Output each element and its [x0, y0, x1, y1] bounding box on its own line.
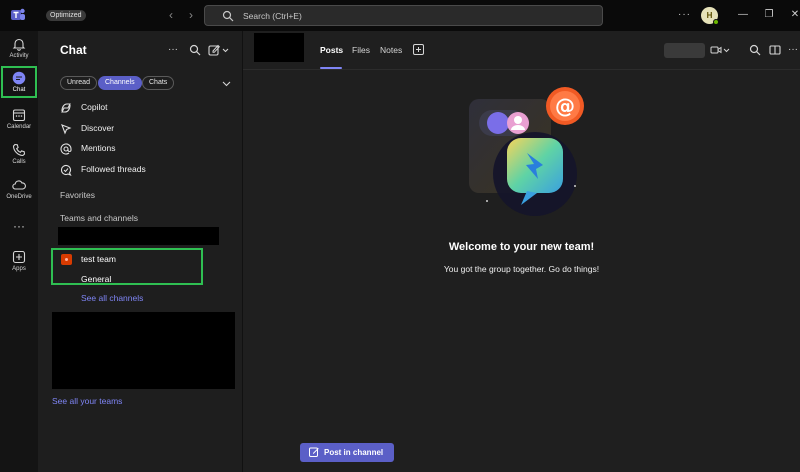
phone-icon: [12, 143, 26, 157]
avatar[interactable]: H: [701, 7, 719, 25]
more-options-icon[interactable]: ···: [788, 44, 800, 56]
search-input[interactable]: Search (Ctrl+E): [204, 5, 603, 26]
filter-channels[interactable]: Channels: [98, 76, 142, 90]
header-divider: [243, 69, 800, 70]
nav-followed-threads-label: Followed threads: [81, 164, 146, 174]
see-all-channels-link[interactable]: See all channels: [81, 293, 143, 303]
back-button[interactable]: ‹: [164, 8, 178, 22]
tab-files[interactable]: Files: [352, 45, 370, 55]
rail-label-apps: Apps: [12, 266, 26, 272]
presence-available-icon: [713, 19, 719, 25]
filter-unread[interactable]: Unread: [60, 76, 97, 90]
calendar-icon: [12, 109, 26, 122]
maximize-button[interactable]: ❐: [763, 9, 775, 21]
redacted-header-control: [664, 43, 705, 58]
rail-label-activity: Activity: [9, 53, 29, 59]
svg-text:@: @: [555, 94, 575, 118]
plus-box-icon: [12, 250, 26, 264]
chat-list-panel: Chat ··· Unread Channels Chats Copilot D…: [38, 31, 243, 472]
more-options-icon[interactable]: ···: [168, 44, 180, 56]
welcome-subtitle: You got the group together. Go do things…: [443, 264, 600, 274]
welcome-illustration: @: [469, 87, 584, 216]
rail-item-onedrive[interactable]: OneDrive: [0, 178, 38, 210]
team-icon: [61, 254, 72, 265]
more-apps-icon[interactable]: ···: [0, 219, 38, 251]
video-call-icon[interactable]: [710, 44, 730, 56]
cloud-icon: [12, 180, 26, 190]
side-panel-icon[interactable]: [769, 44, 781, 56]
redacted-teams-list: [52, 312, 235, 389]
rail-item-calendar[interactable]: Calendar: [0, 108, 38, 140]
post-in-channel-label: Post in channel: [324, 448, 384, 457]
teams-logo-icon: [11, 8, 25, 20]
post-in-channel-button[interactable]: Post in channel: [300, 443, 394, 462]
discover-icon: [61, 124, 72, 135]
mention-icon: [60, 143, 72, 155]
close-button[interactable]: ✕: [789, 9, 800, 21]
rail-item-calls[interactable]: Calls: [0, 143, 38, 175]
search-icon[interactable]: [749, 44, 761, 56]
channel-general[interactable]: General: [81, 274, 111, 284]
redacted-team: [58, 227, 219, 245]
filter-chats[interactable]: Chats: [142, 76, 175, 90]
chat-icon: [12, 71, 26, 85]
more-options-icon[interactable]: ···: [678, 9, 691, 20]
avatar-initial: H: [706, 11, 713, 20]
rail-label-calls: Calls: [12, 159, 26, 165]
app-rail: Activity Chat Calendar Calls OneDrive ··…: [0, 31, 38, 472]
rail-label-calendar: Calendar: [6, 124, 32, 130]
welcome-title: Welcome to your new team!: [448, 241, 595, 253]
optimized-badge: Optimized: [46, 10, 86, 21]
title-bar: Optimized ‹ › Search (Ctrl+E) ··· H — ❐ …: [0, 0, 800, 31]
minimize-button[interactable]: —: [737, 9, 749, 21]
rail-item-activity[interactable]: Activity: [0, 37, 38, 69]
rail-item-apps[interactable]: Apps: [0, 250, 38, 282]
copilot-icon: [61, 103, 71, 113]
tab-posts[interactable]: Posts: [320, 45, 343, 55]
search-icon[interactable]: [189, 44, 201, 56]
add-tab-icon[interactable]: [413, 44, 424, 55]
followed-threads-icon: [60, 164, 72, 176]
rail-label-chat: Chat: [12, 87, 26, 93]
nav-mentions-label: Mentions: [81, 143, 116, 153]
rail-item-chat[interactable]: Chat: [0, 71, 38, 103]
forward-button[interactable]: ›: [184, 8, 198, 22]
redacted-team-header: [254, 33, 304, 62]
tab-notes[interactable]: Notes: [380, 45, 402, 55]
compose-icon[interactable]: [208, 44, 230, 56]
rail-label-onedrive: OneDrive: [6, 194, 32, 200]
search-placeholder: Search (Ctrl+E): [243, 11, 302, 21]
team-highlight-box: [51, 248, 203, 285]
team-name[interactable]: test team: [81, 254, 116, 264]
favorites-header[interactable]: Favorites: [60, 190, 95, 200]
panel-title: Chat: [60, 43, 87, 57]
channel-main: Posts Files Notes ··· @ Welcome to your …: [243, 31, 800, 472]
nav-discover-label: Discover: [81, 123, 115, 133]
teams-and-channels-header[interactable]: Teams and channels: [60, 213, 138, 223]
bell-icon: [12, 38, 26, 51]
search-icon: [222, 10, 234, 22]
compose-icon: [309, 447, 319, 457]
nav-copilot-label: Copilot: [81, 102, 108, 112]
chevron-down-icon[interactable]: [222, 79, 231, 88]
see-all-teams-link[interactable]: See all your teams: [52, 396, 122, 406]
